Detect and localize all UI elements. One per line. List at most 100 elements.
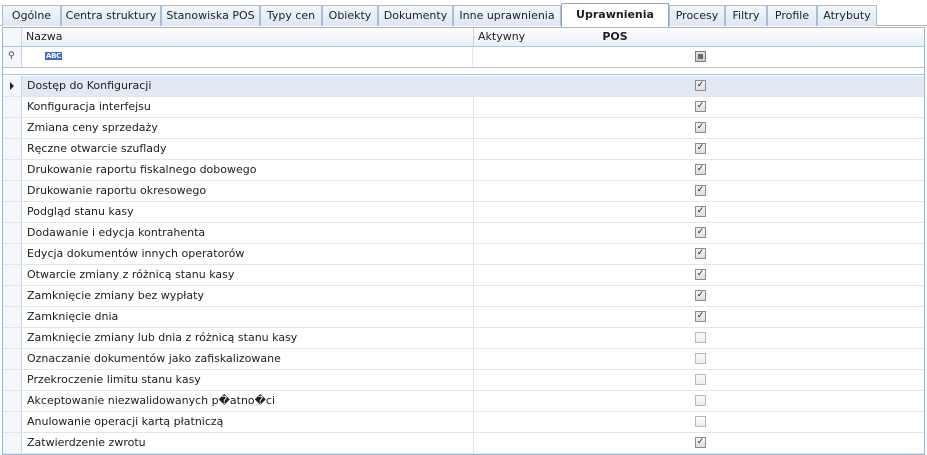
row-indicator-cell[interactable] xyxy=(3,97,22,117)
permission-name: Edycja dokumentów innych operatorów xyxy=(27,247,245,260)
active-checkbox-unchecked[interactable] xyxy=(695,374,706,385)
active-checkbox-checked[interactable]: ✓ xyxy=(695,290,706,301)
filter-cell-nazwa[interactable]: ABC xyxy=(22,47,473,67)
tab-procesy[interactable]: Procesy xyxy=(669,5,725,26)
row-indicator-cell[interactable] xyxy=(3,181,22,201)
column-separator xyxy=(473,76,474,97)
table-row[interactable]: Zmiana ceny sprzedaży ✓ xyxy=(3,118,924,139)
active-checkbox-checked[interactable]: ✓ xyxy=(695,185,706,196)
column-header-aktywny[interactable]: Aktywny xyxy=(474,28,924,46)
table-row[interactable]: Dostęp do Konfiguracji ✓ xyxy=(3,76,924,97)
row-indicator-cell[interactable] xyxy=(3,76,22,96)
row-indicator-cell[interactable] xyxy=(3,118,22,138)
active-checkbox-checked[interactable]: ✓ xyxy=(695,437,706,448)
table-row[interactable]: Otwarcie zmiany z różnicą stanu kasy ✓ xyxy=(3,265,924,286)
permission-name: Przekroczenie limitu stanu kasy xyxy=(27,373,201,386)
filter-cell-aktywny[interactable] xyxy=(474,47,924,67)
permission-name: Zatwierdzenie zwrotu xyxy=(27,436,146,449)
tab-uprawnienia-pos[interactable]: Uprawnienia POS xyxy=(561,3,669,43)
row-indicator-cell[interactable] xyxy=(3,349,22,369)
permission-name: Drukowanie raportu fiskalnego dobowego xyxy=(27,163,257,176)
row-indicator-cell[interactable] xyxy=(3,370,22,390)
active-checkbox-unchecked[interactable] xyxy=(695,353,706,364)
tab-typy-cen[interactable]: Typy cen xyxy=(260,5,322,26)
column-separator xyxy=(473,286,474,307)
permission-name: Zamknięcie zmiany lub dnia z różnicą sta… xyxy=(27,331,298,344)
row-indicator-cell[interactable] xyxy=(3,286,22,306)
active-checkbox-checked[interactable]: ✓ xyxy=(695,248,706,259)
tab-obiekty[interactable]: Obiekty xyxy=(322,5,378,26)
permission-name: Ręczne otwarcie szuflady xyxy=(27,142,167,155)
tab-inne-uprawnienia[interactable]: Inne uprawnienia xyxy=(453,5,561,26)
row-indicator-cell[interactable] xyxy=(3,265,22,285)
filter-checkbox-indeterminate[interactable] xyxy=(695,51,706,62)
active-checkbox-checked[interactable]: ✓ xyxy=(695,311,706,322)
active-checkbox-checked[interactable]: ✓ xyxy=(695,143,706,154)
active-checkbox-checked[interactable]: ✓ xyxy=(695,206,706,217)
column-separator xyxy=(473,433,474,454)
grid-header: Nazwa Aktywny xyxy=(3,28,924,47)
permission-name: Podgląd stanu kasy xyxy=(27,205,134,218)
active-checkbox-unchecked[interactable] xyxy=(695,395,706,406)
table-row[interactable]: Konfiguracja interfejsu ✓ xyxy=(3,97,924,118)
tab-profile[interactable]: Profile xyxy=(767,5,817,26)
active-checkbox-checked[interactable]: ✓ xyxy=(695,80,706,91)
permission-name: Dodawanie i edycja kontrahenta xyxy=(27,226,206,239)
active-checkbox-unchecked[interactable] xyxy=(695,332,706,343)
table-row[interactable]: Zatwierdzenie zwrotu ✓ xyxy=(3,433,924,454)
active-checkbox-checked[interactable]: ✓ xyxy=(695,227,706,238)
abc-filter-label: ABC xyxy=(45,52,62,60)
table-row[interactable]: Anulowanie operacji kartą płatniczą xyxy=(3,412,924,433)
auto-filter-row: ⚲ ABC xyxy=(3,47,924,68)
table-row[interactable]: Zamknięcie zmiany lub dnia z różnicą sta… xyxy=(3,328,924,349)
active-checkbox-checked[interactable]: ✓ xyxy=(695,101,706,112)
column-header-nazwa[interactable]: Nazwa xyxy=(22,28,473,46)
tab-atrybuty[interactable]: Atrybuty xyxy=(817,5,877,26)
table-row[interactable]: Edycja dokumentów innych operatorów ✓ xyxy=(3,244,924,265)
table-row[interactable]: Akceptowanie niezwalidowanych p�atno�ci xyxy=(3,391,924,412)
row-indicator-cell[interactable] xyxy=(3,391,22,411)
row-indicator-cell[interactable] xyxy=(3,244,22,264)
row-indicator-cell[interactable] xyxy=(3,328,22,348)
permission-name: Dostęp do Konfiguracji xyxy=(27,79,152,92)
row-indicator-cell[interactable] xyxy=(3,202,22,222)
table-row[interactable]: Przekroczenie limitu stanu kasy xyxy=(3,370,924,391)
permission-name: Zamknięcie zmiany bez wypłaty xyxy=(27,289,204,302)
table-row[interactable]: Zamknięcie zmiany bez wypłaty ✓ xyxy=(3,286,924,307)
tab-strip: Ogólne Centra struktury Stanowiska POS T… xyxy=(0,0,927,43)
tab-dokumenty[interactable]: Dokumenty xyxy=(378,5,453,26)
column-separator xyxy=(473,328,474,349)
row-indicator-cell[interactable] xyxy=(3,160,22,180)
filter-gap xyxy=(3,68,924,75)
column-separator xyxy=(473,307,474,328)
tab-ogolne[interactable]: Ogólne xyxy=(2,5,61,26)
table-row[interactable]: Drukowanie raportu okresowego ✓ xyxy=(3,181,924,202)
row-indicator-cell[interactable] xyxy=(3,433,22,453)
table-row[interactable]: Dodawanie i edycja kontrahenta ✓ xyxy=(3,223,924,244)
active-checkbox-checked[interactable]: ✓ xyxy=(695,269,706,280)
table-row[interactable]: Podgląd stanu kasy ✓ xyxy=(3,202,924,223)
column-separator xyxy=(473,265,474,286)
permission-name: Akceptowanie niezwalidowanych p�atno�ci xyxy=(27,394,276,407)
column-separator xyxy=(473,118,474,139)
table-row[interactable]: Drukowanie raportu fiskalnego dobowego ✓ xyxy=(3,160,924,181)
permission-name: Otwarcie zmiany z różnicą stanu kasy xyxy=(27,268,235,281)
row-indicator-cell[interactable] xyxy=(3,307,22,327)
column-separator xyxy=(473,370,474,391)
row-indicator-cell[interactable] xyxy=(3,139,22,159)
permission-name: Oznaczanie dokumentów jako zafiskalizowa… xyxy=(27,352,281,365)
row-indicator-cell[interactable] xyxy=(3,412,22,432)
table-row[interactable]: Ręczne otwarcie szuflady ✓ xyxy=(3,139,924,160)
filter-indicator-cell: ⚲ xyxy=(3,47,22,67)
table-row[interactable]: Oznaczanie dokumentów jako zafiskalizowa… xyxy=(3,349,924,370)
active-checkbox-checked[interactable]: ✓ xyxy=(695,122,706,133)
column-separator xyxy=(473,181,474,202)
column-separator xyxy=(473,139,474,160)
tab-centra-struktury[interactable]: Centra struktury xyxy=(61,5,161,26)
tab-stanowiska-pos[interactable]: Stanowiska POS xyxy=(161,5,260,26)
tab-filtry[interactable]: Filtry xyxy=(725,5,767,26)
row-indicator-cell[interactable] xyxy=(3,223,22,243)
table-row[interactable]: Zamknięcie dnia ✓ xyxy=(3,307,924,328)
active-checkbox-checked[interactable]: ✓ xyxy=(695,164,706,175)
active-checkbox-unchecked[interactable] xyxy=(695,416,706,427)
